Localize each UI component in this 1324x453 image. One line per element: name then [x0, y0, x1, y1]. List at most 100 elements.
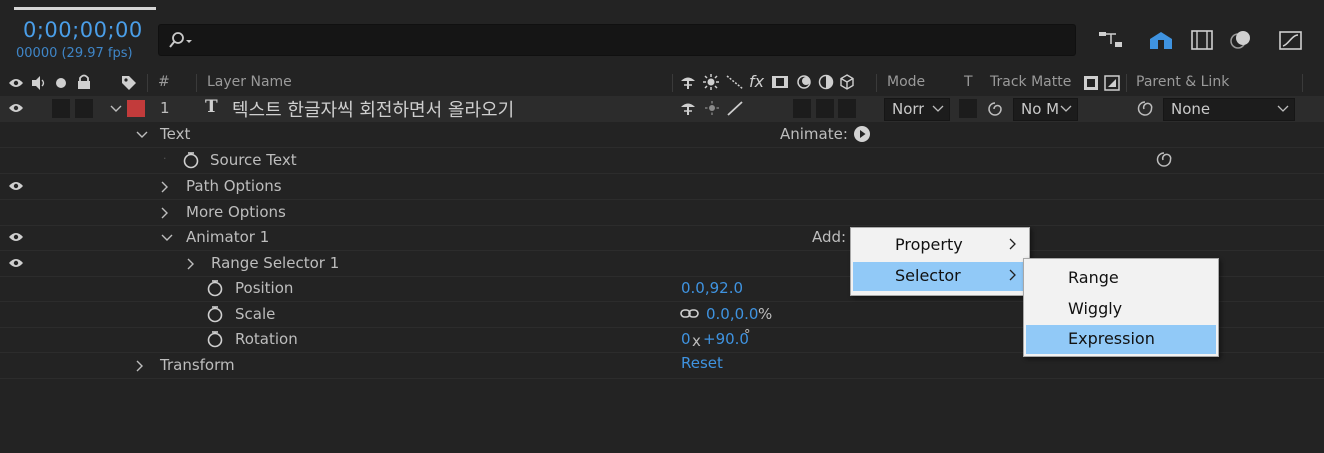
chevron-down-icon[interactable] [110, 104, 122, 114]
chevron-down-icon [1060, 105, 1072, 112]
menu-item-label: Property [895, 235, 963, 254]
rotation-revolutions[interactable]: 0 [681, 330, 691, 348]
layer-row[interactable]: 1 T 텍스트 한글자씩 회전하면서 올라오기 Norr No M None [0, 96, 1324, 122]
fx-icon[interactable]: fx [749, 72, 764, 91]
parent-value: None [1171, 100, 1211, 118]
stopwatch-icon[interactable] [206, 305, 224, 323]
eye-icon[interactable] [8, 180, 24, 192]
constrain-proportions-link-icon[interactable] [680, 308, 700, 320]
parent-pick-whip-icon[interactable] [1136, 100, 1154, 118]
solo-switch-icon[interactable] [1148, 29, 1174, 51]
shy-icon[interactable] [680, 74, 696, 90]
chevron-down-icon [1277, 105, 1289, 112]
mode-value: Norr [892, 100, 925, 118]
scale-value[interactable]: 0.0,0.0 [706, 305, 758, 323]
quality-icon[interactable] [726, 100, 744, 116]
parent-dropdown[interactable]: None [1163, 98, 1295, 121]
chevron-down-icon[interactable] [161, 233, 173, 243]
frame-blending-icon[interactable] [1190, 29, 1216, 51]
column-mode[interactable]: Mode [887, 74, 925, 90]
chevron-right-icon[interactable] [135, 360, 145, 372]
label-tag-icon[interactable] [120, 74, 138, 92]
track-matte-dropdown[interactable]: No M [1013, 98, 1078, 121]
pick-whip-icon[interactable] [986, 100, 1004, 118]
chevron-right-icon[interactable] [160, 207, 170, 219]
animate-play-icon[interactable] [853, 125, 871, 143]
solo-switch[interactable] [52, 99, 70, 118]
submenu-item-range[interactable]: Range [1026, 264, 1216, 293]
reset-link[interactable]: Reset [681, 354, 723, 372]
path-options-row[interactable]: Path Options [0, 174, 1324, 200]
menu-item-label: Selector [895, 266, 961, 285]
frame-rate-label: 00000 (29.97 fps) [16, 46, 133, 61]
submenu-item-expression[interactable]: Expression [1026, 325, 1216, 354]
selector-submenu: Range Wiggly Expression [1023, 258, 1219, 357]
rotation-x: x [692, 332, 701, 350]
current-time-display[interactable]: 0;00;00;00 [23, 18, 143, 42]
chevron-right-icon[interactable] [160, 181, 170, 193]
eye-icon[interactable] [8, 77, 24, 89]
lock-icon[interactable] [76, 74, 92, 90]
search-icon [169, 32, 192, 48]
column-parent-link[interactable]: Parent & Link [1136, 74, 1229, 90]
audio-icon[interactable] [30, 75, 48, 91]
menu-item-property[interactable]: Property [853, 231, 1027, 260]
layer-label-color[interactable] [127, 100, 145, 117]
3d-layer-icon[interactable] [839, 74, 855, 90]
layer-number: 1 [160, 99, 170, 117]
animator-row[interactable]: Animator 1 Add: [0, 225, 1324, 251]
3d-switch[interactable] [838, 99, 856, 118]
frame-blend-switch-icon[interactable] [771, 74, 789, 90]
quality-icon[interactable] [726, 74, 744, 90]
stopwatch-icon[interactable] [206, 330, 224, 348]
motion-blur-switch[interactable] [793, 99, 811, 118]
text-property-row[interactable]: Text Animate: [0, 122, 1324, 148]
adjustment-switch[interactable] [816, 99, 834, 118]
scale-unit: % [758, 305, 773, 323]
collapse-transform-icon[interactable] [703, 74, 719, 90]
shy-icon[interactable] [680, 100, 696, 116]
position-label: Position [235, 279, 294, 297]
chevron-down-icon [932, 105, 944, 112]
submenu-item-wiggly[interactable]: Wiggly [1026, 295, 1216, 324]
adjustment-layer-icon[interactable] [818, 74, 834, 90]
motion-blur-switch-icon[interactable] [796, 74, 812, 90]
source-text-row[interactable]: · Source Text [0, 148, 1324, 174]
eye-icon[interactable] [8, 231, 24, 243]
mode-dropdown[interactable]: Norr [884, 98, 950, 121]
column-layer-name[interactable]: Layer Name [207, 74, 292, 90]
eye-icon[interactable] [8, 257, 24, 269]
text-group-label: Text [160, 125, 191, 143]
expression-pick-whip-icon[interactable] [1155, 151, 1173, 169]
track-matte-value: No M [1021, 100, 1060, 118]
column-preserve-transparency[interactable]: T [964, 74, 973, 90]
chevron-down-icon[interactable] [136, 130, 148, 140]
rotation-degrees[interactable]: +90.0 [703, 330, 749, 348]
eye-icon[interactable] [8, 102, 24, 114]
stopwatch-icon[interactable] [182, 151, 200, 169]
motion-blur-icon[interactable] [1228, 29, 1254, 51]
add-label: Add: [812, 228, 847, 246]
chevron-right-icon [1009, 269, 1016, 281]
flowchart-icon[interactable] [1098, 29, 1124, 51]
matte-invert-icon[interactable] [1104, 75, 1120, 91]
position-value[interactable]: 0.0,92.0 [681, 279, 743, 297]
source-text-label: Source Text [210, 151, 297, 169]
lock-switch[interactable] [75, 99, 93, 118]
menu-item-selector[interactable]: Selector [853, 262, 1027, 291]
preserve-transparency-checkbox[interactable] [959, 99, 977, 118]
graph-editor-icon[interactable] [1278, 29, 1304, 51]
submenu-item-label: Range [1068, 268, 1119, 287]
search-input[interactable] [158, 24, 1076, 56]
collapse-transform-icon[interactable] [704, 100, 720, 116]
solo-icon[interactable] [55, 77, 67, 89]
rotation-unit: ° [744, 328, 751, 343]
more-options-row[interactable]: More Options [0, 200, 1324, 226]
more-options-label: More Options [186, 203, 286, 221]
column-track-matte[interactable]: Track Matte [990, 74, 1071, 90]
range-selector-label: Range Selector 1 [211, 254, 340, 272]
matte-alpha-icon[interactable] [1083, 75, 1099, 91]
chevron-right-icon[interactable] [186, 258, 196, 270]
stopwatch-icon[interactable] [206, 279, 224, 297]
layer-name[interactable]: 텍스트 한글자씩 회전하면서 올라오기 [232, 96, 514, 122]
